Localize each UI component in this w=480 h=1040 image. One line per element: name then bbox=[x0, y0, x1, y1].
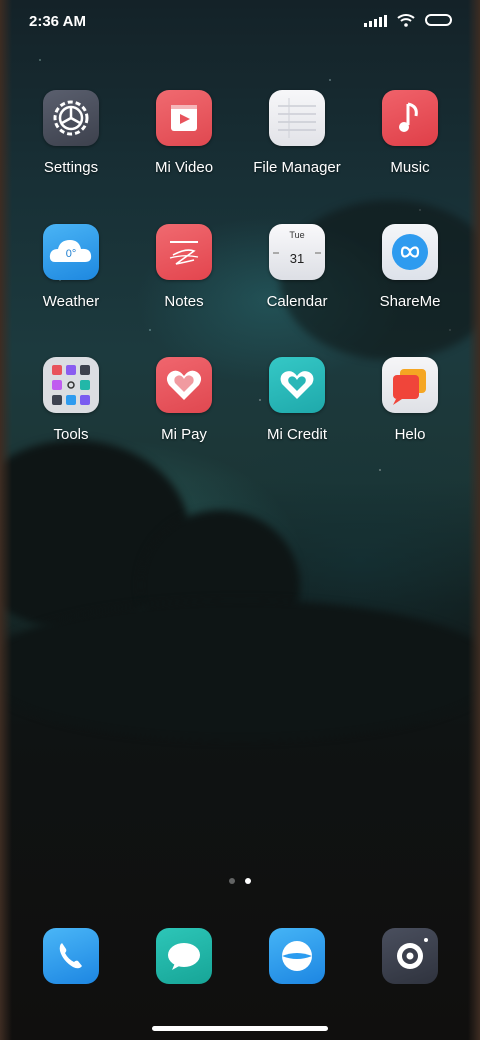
wallpaper-cloud bbox=[0, 600, 480, 740]
messages-icon bbox=[156, 928, 212, 984]
app-calendar[interactable]: Tue 31 Calendar bbox=[242, 224, 352, 310]
app-label: Notes bbox=[164, 293, 204, 310]
chat-bubble-icon bbox=[382, 357, 438, 413]
app-file-manager[interactable]: File Manager bbox=[242, 90, 352, 176]
app-helo[interactable]: Helo bbox=[355, 357, 465, 443]
camera-icon bbox=[382, 928, 438, 984]
phone-icon bbox=[43, 928, 99, 984]
app-tools[interactable]: Tools bbox=[16, 357, 126, 443]
weather-cloud-icon: 0° bbox=[43, 224, 99, 280]
dock-phone[interactable] bbox=[43, 928, 99, 984]
calendar-day-name: Tue bbox=[289, 230, 305, 240]
folder-paper-icon bbox=[269, 90, 325, 146]
screen-edge-right bbox=[468, 0, 480, 1040]
home-screen: 2:36 AM Settings Mi Video File Manager M… bbox=[0, 0, 480, 1040]
settings-gear-icon bbox=[43, 90, 99, 146]
weather-temperature: 0° bbox=[65, 248, 77, 260]
app-weather[interactable]: 0° Weather bbox=[16, 224, 126, 310]
music-note-icon bbox=[382, 90, 438, 146]
status-icons bbox=[364, 13, 452, 27]
screen-edge-left bbox=[0, 0, 12, 1040]
app-label: Helo bbox=[394, 426, 426, 443]
calendar-icon: Tue 31 bbox=[269, 224, 325, 280]
app-mi-credit[interactable]: Mi Credit bbox=[242, 357, 352, 443]
tools-folder-icon bbox=[43, 357, 99, 413]
calendar-ring-right bbox=[315, 252, 321, 254]
page-dot[interactable] bbox=[229, 878, 235, 884]
page-indicator bbox=[0, 878, 480, 884]
signal-icon bbox=[364, 13, 387, 27]
browser-icon bbox=[269, 928, 325, 984]
status-bar: 2:36 AM bbox=[0, 0, 480, 44]
video-play-icon bbox=[156, 90, 212, 146]
app-label: Settings bbox=[43, 159, 99, 176]
app-settings[interactable]: Settings bbox=[16, 90, 126, 176]
app-label: Mi Video bbox=[154, 159, 214, 176]
shareme-infinity-icon bbox=[382, 224, 438, 280]
app-label: Weather bbox=[42, 293, 100, 310]
app-shareme[interactable]: ShareMe bbox=[355, 224, 465, 310]
heart-credit-icon bbox=[269, 357, 325, 413]
home-indicator[interactable] bbox=[152, 1026, 328, 1031]
app-mi-pay[interactable]: Mi Pay bbox=[129, 357, 239, 443]
page-dot-active[interactable] bbox=[245, 878, 251, 884]
notes-pen-icon bbox=[156, 224, 212, 280]
dock-camera[interactable] bbox=[382, 928, 438, 984]
app-label: Tools bbox=[53, 426, 89, 443]
dock-messages[interactable] bbox=[156, 928, 212, 984]
calendar-ring-left bbox=[273, 252, 279, 254]
app-label: Calendar bbox=[266, 293, 328, 310]
app-music[interactable]: Music bbox=[355, 90, 465, 176]
app-label: File Manager bbox=[253, 159, 341, 176]
app-label: Mi Pay bbox=[161, 426, 207, 443]
battery-icon bbox=[425, 14, 452, 26]
heart-pay-icon bbox=[156, 357, 212, 413]
wifi-icon bbox=[397, 14, 415, 27]
app-label: ShareMe bbox=[379, 293, 441, 310]
dock-browser[interactable] bbox=[269, 928, 325, 984]
app-label: Music bbox=[390, 159, 430, 176]
status-time: 2:36 AM bbox=[29, 13, 86, 30]
app-notes[interactable]: Notes bbox=[129, 224, 239, 310]
app-label: Mi Credit bbox=[266, 426, 327, 443]
app-mi-video[interactable]: Mi Video bbox=[129, 90, 239, 176]
